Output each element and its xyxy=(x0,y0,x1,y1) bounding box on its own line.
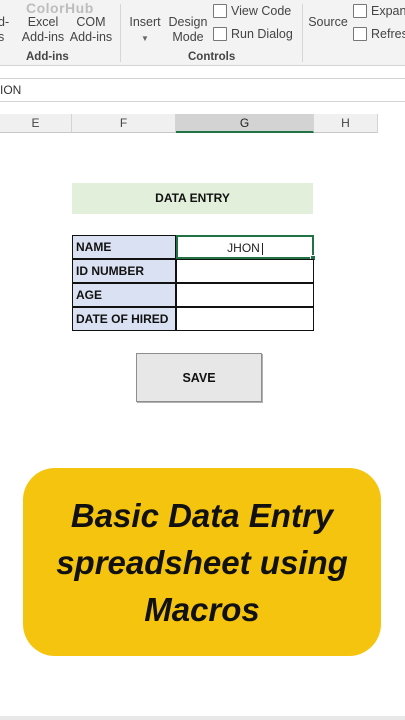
run-dialog-button[interactable]: Run Dialog xyxy=(213,27,293,41)
insert-label: Insert xyxy=(129,15,161,29)
age-label: AGE xyxy=(72,283,176,307)
banner-line-3: Macros xyxy=(144,590,260,628)
name-label: NAME xyxy=(72,235,176,259)
ribbon-separator xyxy=(120,4,121,62)
run-dialog-label: Run Dialog xyxy=(231,27,293,41)
view-code-icon xyxy=(213,4,227,18)
addins-button-partial[interactable]: d- s xyxy=(0,15,12,45)
column-header-h[interactable]: H xyxy=(314,114,378,133)
name-value: JHON xyxy=(227,241,260,255)
date-of-hired-input-cell[interactable] xyxy=(176,307,314,331)
design-mode-button[interactable]: Design Mode xyxy=(166,15,210,45)
column-header-e[interactable]: E xyxy=(0,114,72,133)
column-header-g[interactable]: G xyxy=(176,114,314,133)
data-entry-title: DATA ENTRY xyxy=(72,183,313,214)
refresh-icon xyxy=(353,27,367,41)
banner-line-2: spreadsheet using xyxy=(56,543,348,581)
title-banner: Basic Data Entry spreadsheet using Macro… xyxy=(23,468,381,656)
run-dialog-icon xyxy=(213,27,227,41)
ribbon: ColorHub d- s Excel Add-ins COM Add-ins … xyxy=(0,0,405,66)
refresh-data-button[interactable]: Refres xyxy=(353,27,405,41)
formula-bar-text: ION xyxy=(0,83,22,97)
name-input-cell[interactable]: JHON xyxy=(176,235,316,261)
bottom-edge xyxy=(0,716,405,720)
id-number-input-cell[interactable] xyxy=(176,259,314,283)
date-of-hired-label: DATE OF HIRED xyxy=(72,307,176,331)
excel-addins-button[interactable]: Excel Add-ins xyxy=(20,15,66,45)
group-label-addins: Add-ins xyxy=(26,51,69,63)
expand-packs-button[interactable]: Expan xyxy=(353,4,405,18)
view-code-label: View Code xyxy=(231,4,292,18)
insert-control-button[interactable]: Insert ▼ xyxy=(126,15,164,46)
ribbon-separator xyxy=(302,4,303,62)
entry-form-table: NAME JHON ID NUMBER AGE DATE OF HIRED xyxy=(72,235,316,333)
expand-label: Expan xyxy=(371,4,405,18)
view-code-button[interactable]: View Code xyxy=(213,4,291,18)
refresh-label: Refres xyxy=(371,27,405,41)
chevron-down-icon: ▼ xyxy=(141,34,149,43)
watermark: ColorHub xyxy=(26,0,94,16)
formula-bar[interactable]: ION xyxy=(0,78,405,102)
group-label-controls: Controls xyxy=(188,51,236,63)
banner-line-1: Basic Data Entry xyxy=(70,496,334,534)
com-addins-button[interactable]: COM Add-ins xyxy=(68,15,114,45)
text-cursor xyxy=(261,242,263,255)
expand-icon xyxy=(353,4,367,18)
save-button[interactable]: SAVE xyxy=(136,353,262,402)
id-number-label: ID NUMBER xyxy=(72,259,176,283)
age-input-cell[interactable] xyxy=(176,283,314,307)
column-header-f[interactable]: F xyxy=(72,114,176,133)
source-button[interactable]: Source xyxy=(308,15,348,30)
